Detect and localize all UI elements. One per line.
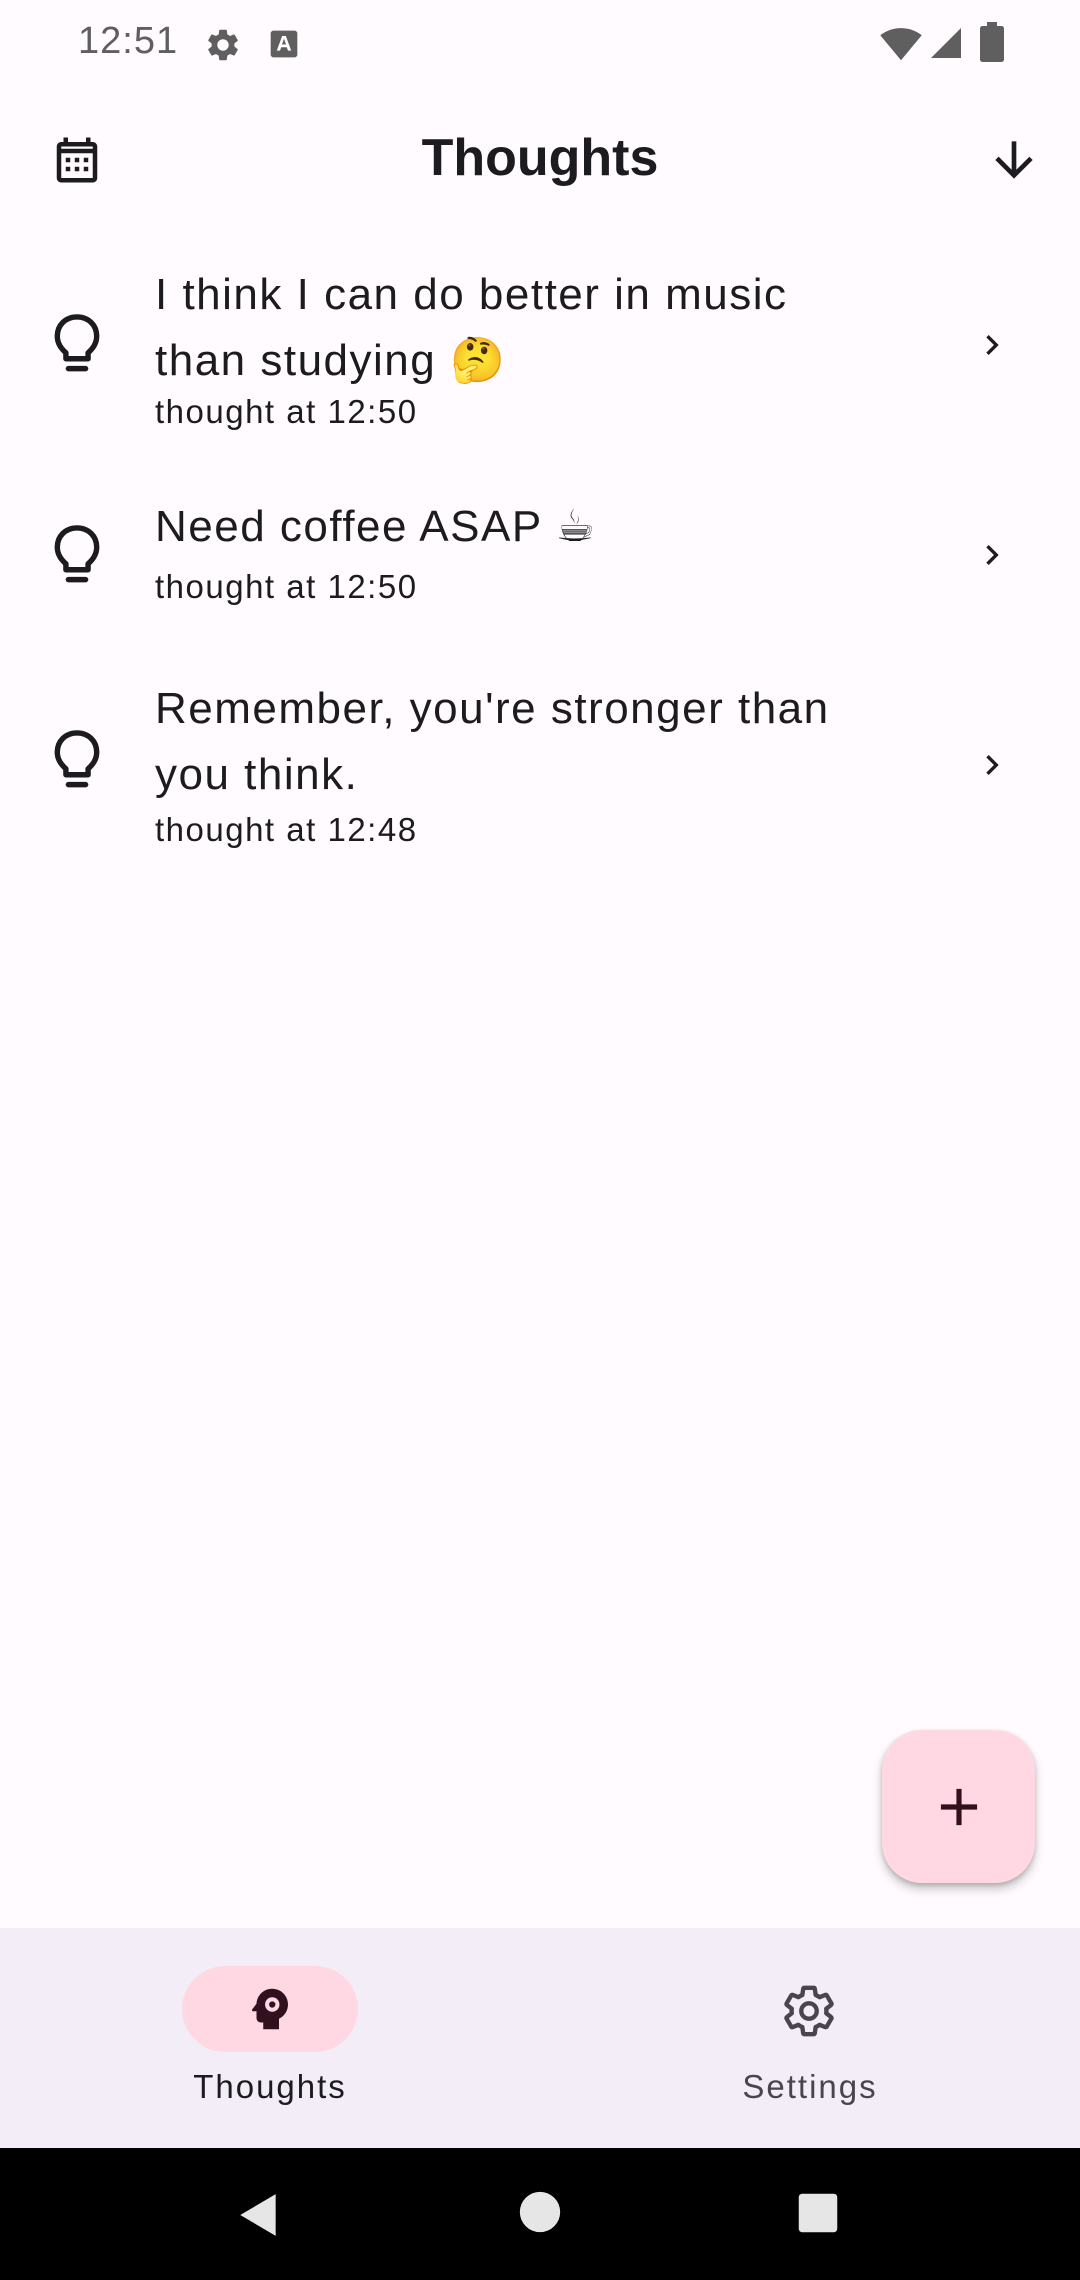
lightbulb-icon	[52, 312, 102, 381]
gear-icon	[204, 26, 242, 69]
page-title: Thoughts	[421, 129, 659, 187]
chevron-right-icon	[972, 322, 1012, 373]
battery-icon	[980, 22, 1004, 67]
head-gear-icon	[243, 1982, 297, 2041]
lightbulb-icon	[52, 728, 102, 797]
list-item[interactable]: Need coffee ASAP ☕ thought at 12:50	[0, 480, 1080, 630]
thought-time: thought at 12:48	[155, 811, 418, 848]
thought-text-line: I think I can do better in music	[155, 270, 788, 319]
status-bar: 12:51	[0, 0, 1080, 88]
list-item[interactable]: Remember, you're stronger than you think…	[0, 668, 1080, 868]
thought-text: I think I can do better in music than st…	[155, 262, 915, 394]
chevron-right-icon	[972, 532, 1012, 583]
nav-item-thoughts[interactable]: Thoughts	[120, 2068, 420, 2106]
thought-text: Remember, you're stronger than you think…	[155, 676, 915, 808]
list-item[interactable]: I think I can do better in music than st…	[0, 250, 1080, 450]
home-icon[interactable]	[518, 2190, 562, 2239]
thought-text: Need coffee ASAP ☕	[155, 494, 915, 560]
status-time: 12:51	[78, 20, 179, 62]
thought-text-line: Need coffee ASAP ☕	[155, 502, 597, 551]
system-navigation-bar	[0, 2148, 1080, 2280]
bottom-navigation	[0, 1928, 1080, 2148]
back-icon[interactable]	[234, 2190, 284, 2245]
settings-gear-icon[interactable]	[780, 1982, 838, 2045]
recents-icon[interactable]	[797, 2192, 839, 2239]
thought-time: thought at 12:50	[155, 568, 418, 605]
wifi-icon	[880, 24, 922, 67]
thought-text-line: Remember, you're stronger than	[155, 684, 830, 733]
thought-text-line: you think.	[155, 750, 359, 799]
arrow-down-icon[interactable]	[986, 132, 1042, 193]
lightbulb-icon	[52, 523, 102, 592]
chevron-right-icon	[972, 742, 1012, 793]
thought-text-line: than studying 🤔	[155, 336, 507, 385]
cellular-signal-icon	[928, 24, 964, 67]
nav-item-settings[interactable]: Settings	[660, 2068, 960, 2106]
thought-time: thought at 12:50	[155, 393, 418, 430]
add-thought-button[interactable]	[882, 1730, 1035, 1883]
keyboard-a-icon	[268, 28, 300, 65]
